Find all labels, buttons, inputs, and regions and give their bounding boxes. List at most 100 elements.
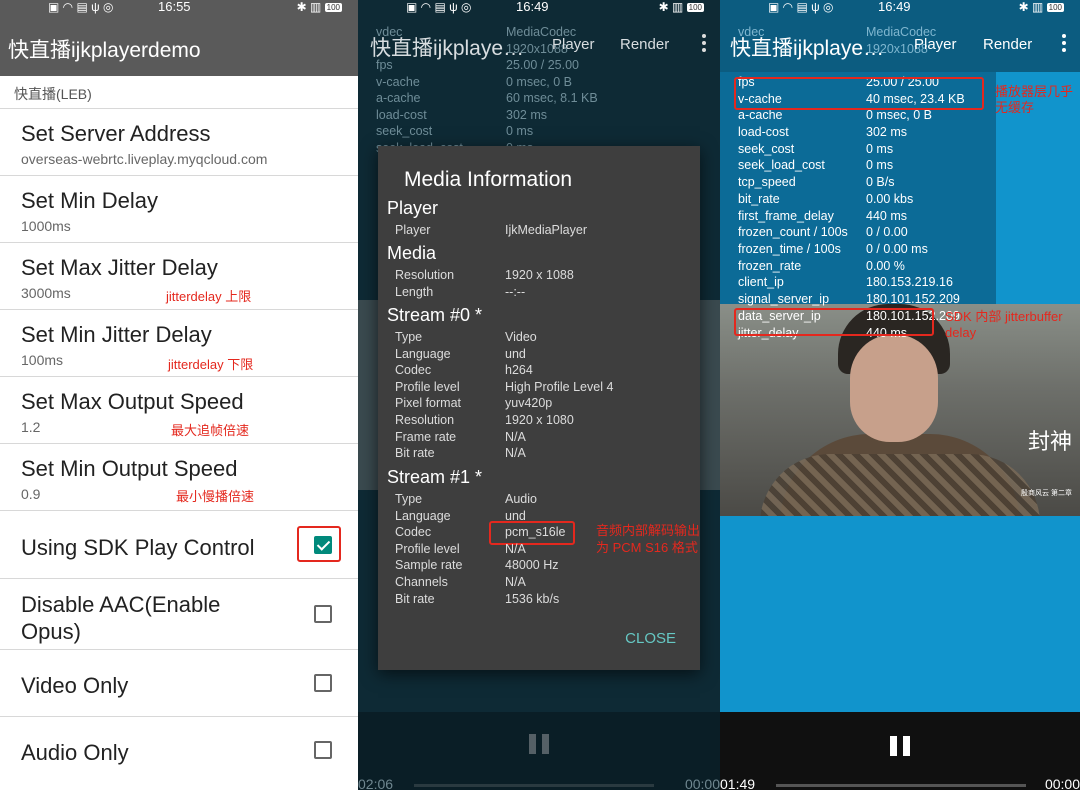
info-value: Audio xyxy=(505,492,537,506)
stat-value: 302 ms xyxy=(506,107,547,122)
battery-icon: 100 xyxy=(1046,3,1064,12)
toggle-disable-aac[interactable]: Disable AAC(Enable Opus) xyxy=(0,578,358,649)
stat-key: client_ip xyxy=(738,275,784,290)
section-header: 快直播(LEB) xyxy=(14,86,92,102)
stat-value: 0 ms xyxy=(866,141,894,156)
menu-player[interactable]: Player xyxy=(914,36,957,53)
section-stream-0: Stream #0 * xyxy=(387,305,483,325)
duration: 00:00 xyxy=(1044,776,1080,790)
more-icon[interactable] xyxy=(702,34,706,55)
annotation-note: 音频内部解码输出为 PCM S16 格式 xyxy=(596,523,701,555)
setting-min-output-speed[interactable]: Set Min Output Speed 0.9 最小慢播倍速 xyxy=(0,443,358,510)
battery-icon: 100 xyxy=(324,3,342,12)
checkbox[interactable] xyxy=(314,674,332,692)
setting-max-output-speed[interactable]: Set Max Output Speed 1.2 最大追帧倍速 xyxy=(0,376,358,443)
status-right-icons: ✱ ▥ 100 xyxy=(1018,0,1064,14)
info-key: Codec xyxy=(395,525,432,539)
info-key: Profile level xyxy=(395,380,460,394)
status-time: 16:55 xyxy=(158,0,191,14)
status-bar: ▣ ◠ ▤ ψ ◎ 16:49 ✱ ▥ 100 xyxy=(720,0,1080,14)
video-logo-sub: 殷商风云 第二章 xyxy=(1021,490,1072,497)
current-time: 01:49 xyxy=(720,776,756,790)
setting-title: Set Max Output Speed xyxy=(21,389,244,414)
pause-icon[interactable] xyxy=(529,734,549,754)
toggle-label: Disable AAC(Enable Opus) xyxy=(21,592,221,644)
player-info-panel: ▣ ◠ ▤ ψ ◎ 16:49 ✱ ▥ 100 vdec MediaCodec 1… xyxy=(358,0,720,790)
status-icons: ▣ ◠ ▤ ψ ◎ xyxy=(48,0,114,14)
toggle-sdk-play-control[interactable]: Using SDK Play Control xyxy=(0,510,358,578)
setting-value: 1000ms xyxy=(21,218,71,234)
playback-controls xyxy=(720,712,1080,790)
video-figure-face xyxy=(850,334,938,442)
stat-value: 302 ms xyxy=(866,125,907,140)
stat-value: 0 / 0.00 ms xyxy=(866,241,928,256)
info-key: Type xyxy=(395,492,423,506)
info-value: --:-- xyxy=(505,285,526,299)
stat-value: 0 ms xyxy=(866,158,894,173)
seek-bar[interactable] xyxy=(414,784,654,787)
stat-key: load-cost xyxy=(376,107,427,122)
app-title: 快直播ijkplayerdemo xyxy=(8,39,201,62)
setting-title: Set Min Jitter Delay xyxy=(21,322,212,347)
seek-bar[interactable] xyxy=(776,784,1026,787)
setting-min-delay[interactable]: Set Min Delay 1000ms xyxy=(0,175,358,242)
stat-value: 0 B/s xyxy=(866,175,895,190)
info-value: 1536 kb/s xyxy=(505,592,560,606)
status-icons: ▣ ◠ ▤ ψ ◎ xyxy=(768,0,834,14)
highlight-box xyxy=(734,77,984,110)
info-value: IjkMediaPlayer xyxy=(505,223,587,237)
video-figure-fur xyxy=(760,454,1040,516)
player-title: 快直播ijkplaye… xyxy=(370,37,525,60)
info-value: 1920 x 1080 xyxy=(505,413,574,427)
setting-title: Set Min Delay xyxy=(21,188,158,213)
stat-value: 0 / 0.00 xyxy=(866,225,908,240)
stat-key: frozen_time / 100s xyxy=(738,241,841,256)
info-value: yuv420p xyxy=(505,396,553,410)
checkbox[interactable] xyxy=(314,605,332,623)
settings-panel: ▣ ◠ ▤ ψ ◎ 16:55 ✱ ▥ 100 快直播ijkplayerdemo… xyxy=(0,0,358,790)
info-key: Language xyxy=(395,347,451,361)
status-bar: ▣ ◠ ▤ ψ ◎ 16:49 ✱ ▥ 100 xyxy=(358,0,720,14)
info-key: Profile level xyxy=(395,542,460,556)
annotation-note: jitterdelay 下限 xyxy=(168,357,254,372)
video-logo: 封神 xyxy=(1027,430,1072,455)
playback-controls xyxy=(358,712,720,790)
status-right-icons: ✱ ▥ 100 xyxy=(658,0,704,14)
menu-player[interactable]: Player xyxy=(552,36,595,53)
setting-min-jitter-delay[interactable]: Set Min Jitter Delay 100ms jitterdelay 下… xyxy=(0,309,358,376)
info-key: Player xyxy=(395,223,431,237)
pause-icon[interactable] xyxy=(890,736,910,756)
annotation-note: 最大追帧倍速 xyxy=(171,423,250,438)
setting-max-jitter-delay[interactable]: Set Max Jitter Delay 3000ms jitterdelay … xyxy=(0,242,358,309)
menu-render[interactable]: Render xyxy=(620,36,669,53)
section-player: Player xyxy=(387,198,439,218)
info-value: N/A xyxy=(505,430,526,444)
close-button[interactable]: CLOSE xyxy=(625,630,676,647)
stat-value: 440 ms xyxy=(866,208,907,223)
setting-value: 0.9 xyxy=(21,486,41,502)
info-key: Resolution xyxy=(395,413,455,427)
info-key: Resolution xyxy=(395,268,455,282)
info-key: Frame rate xyxy=(395,430,457,444)
stat-value: 0.00 % xyxy=(866,258,905,273)
info-key: Length xyxy=(395,285,434,299)
stat-key: a-cache xyxy=(376,91,421,105)
toggle-audio-only[interactable]: Audio Only xyxy=(0,716,358,790)
more-icon[interactable] xyxy=(1062,34,1066,55)
toggle-video-only[interactable]: Video Only xyxy=(0,649,358,716)
toggle-label: Using SDK Play Control xyxy=(21,535,255,560)
stat-value: 0 msec, 0 B xyxy=(506,74,572,89)
menu-render[interactable]: Render xyxy=(983,36,1032,53)
section-media: Media xyxy=(387,243,437,263)
info-value: 1920 x 1088 xyxy=(505,268,574,282)
setting-server-address[interactable]: Set Server Address overseas-webrtc.livep… xyxy=(0,108,358,175)
checkbox[interactable] xyxy=(314,741,332,759)
stat-key: load-cost xyxy=(738,125,789,140)
info-key: Pixel format xyxy=(395,396,461,410)
setting-title: Set Server Address xyxy=(21,121,211,146)
info-key: Channels xyxy=(395,575,448,589)
annotation-note: 最小慢播倍速 xyxy=(176,489,255,504)
stat-value: 180.153.219.16 xyxy=(866,275,953,290)
stat-value: 180.101.152.209 xyxy=(866,291,960,306)
annotation-note: jitterdelay 上限 xyxy=(166,289,252,304)
